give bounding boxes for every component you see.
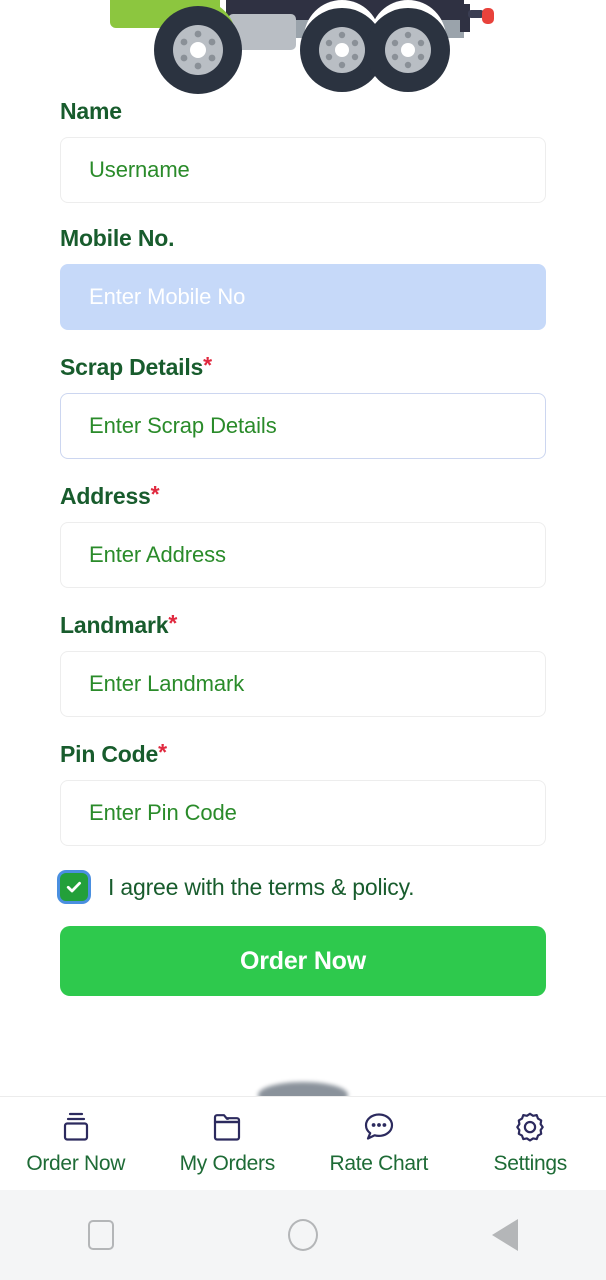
required-asterisk: * xyxy=(150,481,160,507)
pin-code-input[interactable]: Enter Pin Code xyxy=(60,780,546,846)
scrap-details-placeholder: Enter Scrap Details xyxy=(89,413,277,438)
required-asterisk: * xyxy=(158,739,167,765)
home-button[interactable] xyxy=(253,1205,353,1265)
recents-button[interactable] xyxy=(51,1205,151,1265)
field-scrap-details: Scrap Details* Enter Scrap Details xyxy=(60,354,546,459)
name-input[interactable]: Username xyxy=(60,137,546,203)
triangle-left-icon xyxy=(492,1219,518,1251)
label-landmark: Landmark* xyxy=(60,610,178,638)
mobile-placeholder: Enter Mobile No xyxy=(89,284,246,309)
tab-label-settings: Settings xyxy=(493,1152,568,1175)
scrap-details-input[interactable]: Enter Scrap Details xyxy=(60,393,546,459)
address-placeholder: Enter Address xyxy=(89,542,226,567)
landmark-placeholder: Enter Landmark xyxy=(89,671,245,696)
pin-code-placeholder: Enter Pin Code xyxy=(89,800,237,825)
field-address: Address* Enter Address xyxy=(60,483,546,588)
landmark-input[interactable]: Enter Landmark xyxy=(60,651,546,717)
tab-settings[interactable]: Settings xyxy=(455,1111,606,1176)
tab-label-order-now: Order Now xyxy=(26,1152,126,1175)
terms-row[interactable]: I agree with the terms & policy. xyxy=(60,870,546,904)
field-name: Name Username xyxy=(60,100,546,203)
tab-rate-chart[interactable]: Rate Chart xyxy=(303,1111,454,1176)
address-input[interactable]: Enter Address xyxy=(60,522,546,588)
back-button[interactable] xyxy=(455,1205,555,1265)
check-icon xyxy=(66,881,81,893)
mobile-input[interactable]: Enter Mobile No xyxy=(60,264,546,330)
circle-icon xyxy=(288,1219,318,1251)
tab-label-my-orders: My Orders xyxy=(179,1152,276,1175)
gear-icon xyxy=(513,1111,547,1143)
label-scrap-details: Scrap Details* xyxy=(60,352,212,380)
name-placeholder: Username xyxy=(89,157,190,182)
label-name: Name xyxy=(60,98,122,124)
label-address: Address* xyxy=(60,481,160,509)
label-pin-code: Pin Code* xyxy=(60,739,167,767)
tab-label-rate-chart: Rate Chart xyxy=(329,1152,429,1175)
required-asterisk: * xyxy=(168,610,178,636)
app-screen: Name Username Mobile No. Enter Mobile No… xyxy=(0,0,606,1280)
chat-dots-icon xyxy=(362,1111,396,1143)
order-form: Name Username Mobile No. Enter Mobile No… xyxy=(0,100,606,1108)
box-icon xyxy=(59,1111,93,1143)
label-mobile: Mobile No. xyxy=(60,225,175,251)
terms-label: I agree with the terms & policy. xyxy=(108,873,415,900)
field-pin-code: Pin Code* Enter Pin Code xyxy=(60,741,546,846)
field-mobile: Mobile No. Enter Mobile No xyxy=(60,227,546,330)
scrap-truck-icon xyxy=(110,0,494,94)
field-landmark: Landmark* Enter Landmark xyxy=(60,612,546,717)
order-now-button[interactable]: Order Now xyxy=(60,926,546,996)
terms-checkbox[interactable] xyxy=(60,873,88,901)
folder-icon xyxy=(210,1111,244,1143)
square-icon xyxy=(88,1220,114,1250)
android-system-nav xyxy=(0,1190,606,1280)
bottom-navigation: Order Now My Orders Rate Chart Settings xyxy=(0,1096,606,1190)
required-asterisk: * xyxy=(203,352,212,378)
truck-illustration xyxy=(0,0,606,100)
tab-my-orders[interactable]: My Orders xyxy=(152,1111,303,1176)
tab-order-now[interactable]: Order Now xyxy=(0,1111,151,1176)
